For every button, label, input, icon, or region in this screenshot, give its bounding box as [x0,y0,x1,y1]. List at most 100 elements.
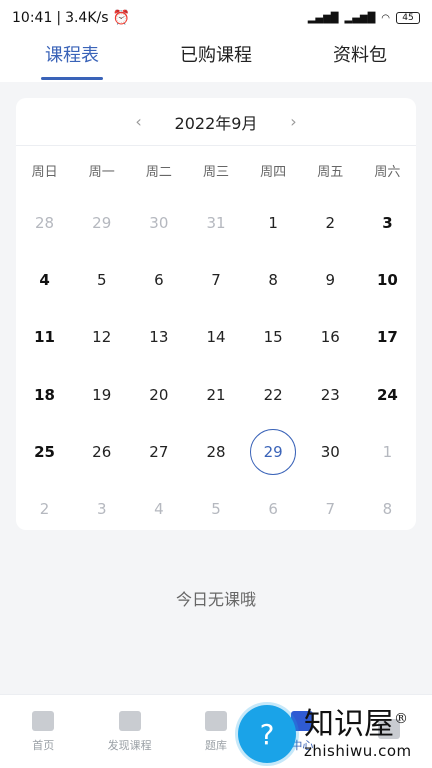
tab-2[interactable]: 资料包 [288,36,432,82]
day-cell[interactable]: 17 [359,309,416,366]
day-cell[interactable]: 18 [16,366,73,423]
tab-0[interactable]: 课程表 [0,36,144,82]
day-cell[interactable]: 26 [73,423,130,480]
day-cell[interactable]: 13 [130,309,187,366]
day-cell[interactable]: 22 [245,366,302,423]
day-cell[interactable]: 25 [16,423,73,480]
day-cell[interactable]: 16 [302,309,359,366]
day-number: 28 [206,442,226,461]
day-cell[interactable]: 8 [359,480,416,537]
day-cell[interactable]: 3 [359,194,416,251]
day-cell[interactable]: 23 [302,366,359,423]
signal-icon-2: ▂▄▆█ [344,12,376,24]
day-number: 3 [96,500,107,519]
day-cell[interactable]: 30 [302,423,359,480]
network-speed: 3.4K/s [65,10,109,26]
day-cell[interactable]: 8 [245,251,302,308]
day-cell[interactable]: 27 [130,423,187,480]
day-cell[interactable]: 5 [187,480,244,537]
day-cell[interactable]: 1 [245,194,302,251]
day-cell[interactable]: 3 [73,480,130,537]
nav-label: 首页 [32,738,55,752]
nav-item-0[interactable]: 首页 [0,695,86,768]
day-number: 2 [39,500,50,519]
nav-item-1[interactable]: 发现课程 [86,695,172,768]
day-cell[interactable]: 29 [73,194,130,251]
day-number: 25 [34,442,55,461]
day-cell[interactable]: 9 [302,251,359,308]
day-grid: 28 29 30 31 1 2 3 4 5 6 7 8 9 10 11 12 13 14 15 16 17 18 19 20 2… [16,194,416,538]
day-number: 9 [325,270,336,289]
status-bar: 10:41 | 3.4K/s ⏰ ▂▄▆█ ▂▄▆█ ◠ 45 [0,0,432,36]
day-number: 7 [325,500,336,519]
month-header: ‹ 2022年9月 › [16,98,416,146]
library-icon [205,710,228,731]
day-cell[interactable]: 5 [73,251,130,308]
day-number: 26 [92,442,112,461]
day-cell[interactable]: 7 [302,480,359,537]
battery-level: 45 [402,13,414,23]
empty-schedule-text: 今日无课哦 [175,590,256,609]
day-cell[interactable]: 12 [73,309,130,366]
day-cell[interactable]: 14 [187,309,244,366]
day-number: 3 [382,213,393,232]
day-number: 7 [211,270,221,289]
status-time: 10:41 [12,10,53,26]
home-icon [32,710,55,731]
day-number: 16 [320,328,340,347]
day-number: 11 [34,328,55,347]
day-number: 12 [92,328,112,347]
month-title: 2022年9月 [174,113,258,133]
day-cell[interactable]: 2 [302,194,359,251]
day-number: 15 [263,328,283,347]
day-number: 30 [149,213,169,232]
day-cell[interactable]: 2 [16,480,73,537]
top-tabs: 课程表 已购课程 资料包 [0,36,432,82]
day-cell[interactable]: 11 [16,309,73,366]
day-cell-today[interactable]: 29 [245,423,302,480]
day-cell[interactable]: 6 [245,480,302,537]
day-cell[interactable]: 28 [187,423,244,480]
day-cell[interactable]: 24 [359,366,416,423]
day-cell[interactable]: 1 [359,423,416,480]
day-cell[interactable]: 28 [16,194,73,251]
day-number: 10 [376,270,398,289]
day-cell[interactable]: 15 [245,309,302,366]
day-cell[interactable]: 21 [187,366,244,423]
day-number: 14 [206,328,226,347]
weekday-label: 周五 [317,164,344,180]
wifi-icon: ◠ [381,12,390,24]
day-number: 6 [268,500,278,519]
watermark-question-icon: ? [238,705,296,763]
next-month-button[interactable]: › [275,112,311,131]
day-number: 1 [268,213,278,232]
day-cell[interactable]: 19 [73,366,130,423]
weekday-label: 周二 [145,164,172,180]
day-number: 23 [320,385,340,404]
weekday-label: 周一 [88,164,115,180]
prev-month-button[interactable]: ‹ [121,112,157,131]
day-cell[interactable]: 10 [359,251,416,308]
watermark-logo: ? 知识屋® zhishiwu.com [238,700,432,768]
day-cell[interactable]: 6 [130,251,187,308]
day-number: 29 [92,213,112,232]
day-cell[interactable]: 7 [187,251,244,308]
calendar-card: ‹ 2022年9月 › 周日 周一 周二 周三 周四 周五 周六 28 29 30 31 1 2 3 4 5… [16,98,416,530]
nav-label: 发现课程 [107,738,152,752]
day-number: 27 [149,442,169,461]
status-divider: | [56,10,62,26]
day-number: 6 [154,270,164,289]
day-number: 4 [39,270,50,289]
day-cell[interactable]: 30 [130,194,187,251]
weekday-label: 周日 [31,164,58,180]
day-number: 18 [34,385,55,404]
day-number: 13 [149,328,169,347]
day-cell[interactable]: 4 [16,251,73,308]
weekday-label: 周四 [260,164,287,180]
weekday-row: 周日 周一 周二 周三 周四 周五 周六 [16,146,416,194]
day-cell[interactable]: 20 [130,366,187,423]
day-cell[interactable]: 4 [130,480,187,537]
tab-1[interactable]: 已购课程 [144,36,288,82]
day-number: 17 [376,328,398,347]
day-cell[interactable]: 31 [187,194,244,251]
